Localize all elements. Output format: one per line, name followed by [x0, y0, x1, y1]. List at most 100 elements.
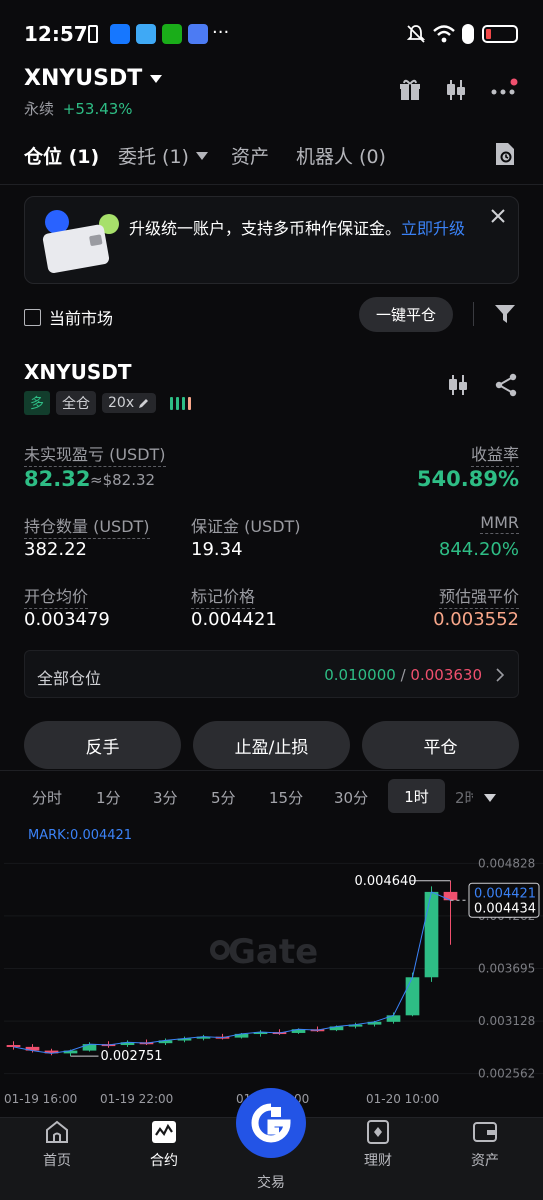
tab-positions[interactable]: 仓位 (1) — [24, 142, 99, 169]
risk-level-bars — [170, 396, 192, 410]
contract-type: 永续 — [24, 100, 55, 118]
candles-icon[interactable] — [444, 78, 468, 102]
filter-icon[interactable] — [494, 303, 516, 325]
edit-icon — [139, 399, 149, 408]
position-tags: 多 全仓 20x — [24, 391, 192, 415]
timeframe-bar: 分时 1分 3分 5分 15分 30分 1时 2时 — [0, 770, 543, 822]
trade-button[interactable] — [236, 1088, 306, 1158]
margin-value: 19.34 — [191, 539, 243, 560]
status-time: 12:57 — [24, 22, 88, 46]
tf-1h[interactable]: 1时 — [388, 779, 445, 813]
size-label[interactable]: 持仓数量 (USDT) — [24, 513, 150, 539]
leverage-value: 20x — [108, 395, 135, 411]
current-market-checkbox[interactable]: 当前市场 — [24, 305, 113, 329]
alert-icon — [88, 25, 98, 43]
chart-watermark-logo — [210, 940, 230, 960]
tf-2h: 2时 — [455, 789, 473, 807]
gate-logo-icon — [251, 1103, 291, 1143]
roe-label[interactable]: 收益率 — [470, 441, 519, 467]
earn-icon — [367, 1120, 389, 1144]
status-bar: 12:57 ··· — [0, 0, 543, 64]
close-icon[interactable] — [491, 209, 505, 223]
checkbox-box — [24, 308, 41, 326]
margin-label: 保证金 (USDT) — [191, 517, 301, 536]
nav-home[interactable]: 首页 — [12, 1120, 102, 1170]
liq-label[interactable]: 预估强平价 — [438, 583, 519, 609]
tab-assets[interactable]: 资产 — [231, 142, 269, 169]
battery-icon — [482, 25, 518, 43]
caret-down-icon — [150, 74, 163, 83]
nav-assets-label: 资产 — [471, 1153, 499, 1169]
home-icon — [46, 1120, 68, 1143]
candle-body — [424, 891, 439, 978]
size-value: 382.22 — [24, 539, 87, 560]
nav-futures-label: 合约 — [150, 1153, 178, 1169]
sl-value: 0.003630 — [410, 666, 482, 684]
alipay-icon — [110, 24, 130, 44]
banner-text: 升级统一账户，支持多币种作保证金。 — [129, 219, 402, 238]
mmr-value: 844.20% — [438, 539, 519, 560]
tf-line[interactable]: 分时 — [32, 787, 62, 808]
nav-earn-label: 理财 — [364, 1153, 392, 1169]
upgrade-banner[interactable]: 升级统一账户，支持多币种作保证金。立即升级 — [24, 196, 519, 284]
tpsl-row[interactable]: 全部仓位 0.010000 / 0.003630 — [24, 650, 519, 698]
tab-orders[interactable]: 委托 (1) — [118, 142, 209, 169]
kline-chart-area[interactable]: 0.0048280.0042620.0036950.0031280.002562… — [0, 822, 543, 1117]
wechat-icon — [162, 24, 182, 44]
reverse-button[interactable]: 反手 — [24, 721, 181, 769]
candle-body — [386, 1015, 401, 1022]
roe-value: 540.89% — [416, 467, 519, 491]
tf-5m[interactable]: 5分 — [211, 787, 236, 808]
wallet-icon — [42, 210, 119, 273]
pair-selector[interactable]: XNYUSDT — [24, 66, 164, 91]
nav-futures[interactable]: 合约 — [119, 1120, 209, 1170]
tf-more[interactable]: 2时 — [455, 787, 497, 808]
x-tick-label: 01-19 22:00 — [100, 1092, 173, 1106]
close-position-button[interactable]: 平仓 — [362, 721, 519, 769]
banner-text-wrap: 升级统一账户，支持多币种作保证金。立即升级 — [129, 217, 489, 241]
candle-body — [82, 1044, 97, 1051]
gift-icon[interactable] — [398, 78, 422, 102]
pair-subtitle: 永续 +53.43% — [24, 98, 133, 119]
tab-bots[interactable]: 机器人 (0) — [296, 142, 386, 169]
history-doc-icon[interactable] — [494, 142, 516, 166]
price-change: +53.43% — [62, 100, 133, 118]
nav-assets[interactable]: 资产 — [440, 1120, 530, 1170]
more-notifications-icon: ··· — [212, 22, 230, 43]
tf-3m[interactable]: 3分 — [153, 787, 178, 808]
close-all-button[interactable]: 一键平仓 — [359, 297, 453, 332]
tf-15m[interactable]: 15分 — [269, 787, 303, 808]
x-tick-label: 01-19 16:00 — [4, 1092, 77, 1106]
shield-app-icon — [188, 24, 208, 44]
more-icon[interactable] — [490, 78, 518, 102]
futures-icon — [152, 1121, 176, 1143]
side-badge: 多 — [24, 391, 50, 415]
chart-icon[interactable] — [446, 373, 470, 397]
tpsl-values: 0.010000 / 0.003630 — [324, 666, 482, 684]
tf-30m[interactable]: 30分 — [334, 787, 368, 808]
pnl-usd: ≈$82.32 — [90, 471, 156, 489]
divider — [0, 184, 543, 185]
wallet-nav-icon — [473, 1122, 497, 1142]
low-price-label: 0.002751 — [101, 1049, 163, 1064]
candle-body — [6, 1045, 21, 1048]
entry-value: 0.003479 — [24, 609, 110, 630]
leverage-badge[interactable]: 20x — [102, 393, 157, 413]
nav-earn[interactable]: 理财 — [333, 1120, 423, 1170]
mark-label[interactable]: 标记价格 — [191, 583, 256, 609]
position-symbol[interactable]: XNYUSDT — [24, 360, 132, 384]
y-tick-label: 0.002562 — [478, 1067, 535, 1081]
mmr-label[interactable]: MMR — [480, 513, 519, 534]
entry-label[interactable]: 开仓均价 — [24, 583, 89, 609]
upgrade-link[interactable]: 立即升级 — [401, 219, 465, 238]
tpsl-button[interactable]: 止盈/止损 — [193, 721, 350, 769]
tf-1m[interactable]: 1分 — [96, 787, 121, 808]
candle-body — [405, 977, 420, 1016]
chevron-right-icon — [496, 668, 504, 682]
pnl-label[interactable]: 未实现盈亏 (USDT) — [24, 441, 166, 467]
share-icon[interactable] — [494, 373, 518, 397]
mute-icon — [406, 25, 426, 43]
y-tick-label: 0.004828 — [478, 856, 535, 870]
pair-title: XNYUSDT — [24, 66, 143, 91]
nav-trade[interactable]: 交易 — [226, 1172, 316, 1192]
